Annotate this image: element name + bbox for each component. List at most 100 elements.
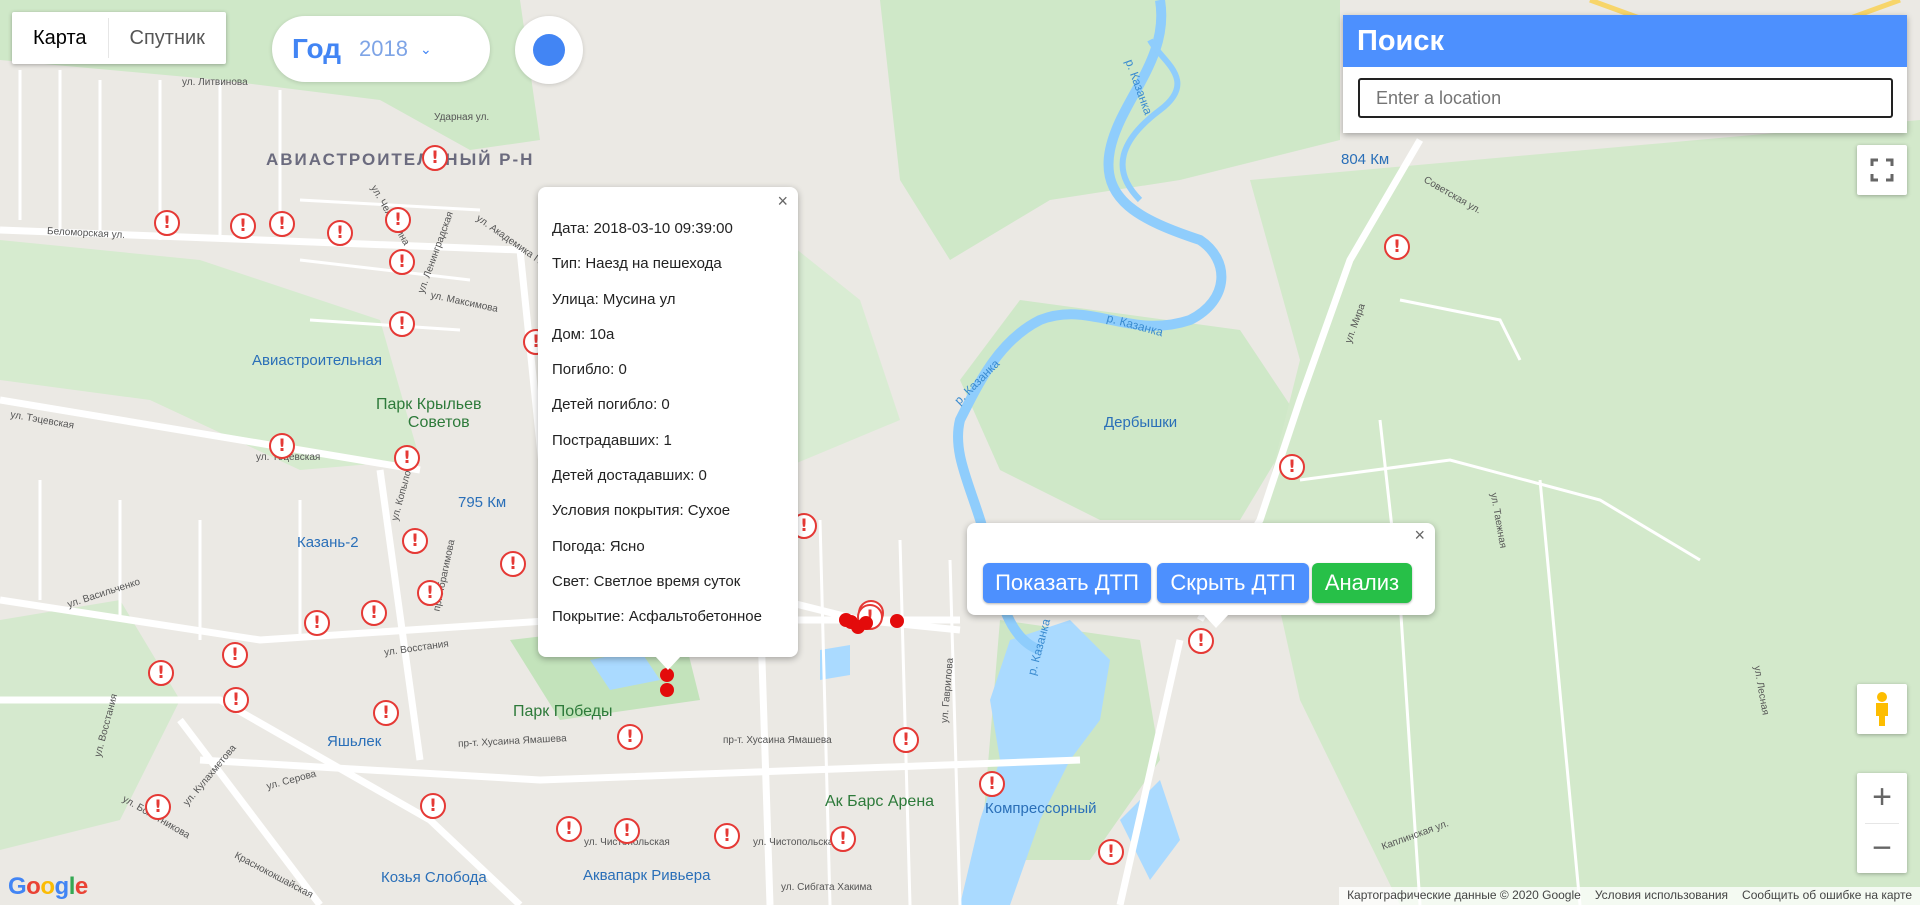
year-selector[interactable]: Год 2018 ⌄ xyxy=(272,16,490,82)
venue-akvapark[interactable]: Аквапарк Ривьера xyxy=(583,867,710,884)
accident-marker-icon[interactable]: ! xyxy=(145,794,171,820)
station-kazan2[interactable]: Казань-2 xyxy=(297,534,359,551)
park-pobedy[interactable]: Парк Победы xyxy=(513,703,613,721)
actions-close-icon[interactable]: × xyxy=(1414,525,1425,546)
accident-cluster-dot[interactable] xyxy=(660,683,674,697)
accident-marker-icon[interactable]: ! xyxy=(269,211,295,237)
map-type-satellite-button[interactable]: Спутник xyxy=(109,12,226,64)
map-attribution: Картографические данные © 2020 Google Ус… xyxy=(1339,887,1920,905)
accident-marker-icon[interactable]: ! xyxy=(361,600,387,626)
attribution-terms-link[interactable]: Условия использования xyxy=(1595,888,1728,904)
accident-marker-icon[interactable]: ! xyxy=(500,551,526,577)
location-dot-icon xyxy=(533,34,565,66)
accident-marker-icon[interactable]: ! xyxy=(389,311,415,337)
map-canvas[interactable]: АВИАСТРОИТЕЛЬНЫЙ Р-Н Авиастроительная Па… xyxy=(0,0,1920,905)
accident-marker-icon[interactable]: ! xyxy=(269,433,295,459)
analysis-button[interactable]: Анализ xyxy=(1312,563,1412,603)
info-row-light: Свет: Светлое время суток xyxy=(552,572,741,590)
info-row-pavement: Покрытие: Асфальтобетонное xyxy=(552,608,762,626)
search-title: Поиск xyxy=(1343,15,1907,67)
accident-marker-icon[interactable]: ! xyxy=(394,445,420,471)
hide-accidents-button[interactable]: Скрыть ДТП xyxy=(1157,563,1309,603)
accident-marker-icon[interactable]: ! xyxy=(714,823,740,849)
search-input[interactable] xyxy=(1358,78,1893,118)
accident-marker-icon[interactable]: ! xyxy=(1098,839,1124,865)
show-accidents-button[interactable]: Показать ДТП xyxy=(983,563,1151,603)
accident-marker-icon[interactable]: ! xyxy=(1188,628,1214,654)
park-krylev-sovetov[interactable]: Парк Крыльев Советов xyxy=(376,396,482,432)
station-804km[interactable]: 804 Км xyxy=(1341,151,1389,168)
street-view-button[interactable] xyxy=(1857,684,1907,734)
accident-marker-icon[interactable]: ! xyxy=(830,826,856,852)
info-row-house: Дом: 10а xyxy=(552,325,615,343)
info-row-surface-condition: Условия покрытия: Сухое xyxy=(552,502,731,520)
info-row-injured: Пострадавших: 1 xyxy=(552,431,672,449)
fullscreen-button[interactable] xyxy=(1857,145,1907,195)
info-row-street: Улица: Мусина ул xyxy=(552,290,676,308)
venue-ak-bars-arena[interactable]: Ак Барс Арена xyxy=(825,793,934,811)
accident-marker-icon[interactable]: ! xyxy=(556,816,582,842)
actions-panel-tail xyxy=(1203,614,1229,628)
accident-marker-icon[interactable]: ! xyxy=(304,610,330,636)
accident-marker-icon[interactable]: ! xyxy=(1279,454,1305,480)
zoom-in-button[interactable]: + xyxy=(1857,773,1907,823)
accident-marker-icon[interactable]: ! xyxy=(223,687,249,713)
chevron-down-icon[interactable]: ⌄ xyxy=(420,41,432,58)
accident-marker-icon[interactable]: ! xyxy=(402,528,428,554)
accident-marker-icon[interactable]: ! xyxy=(979,771,1005,797)
map-type-control: Карта Спутник xyxy=(12,12,226,64)
street-chistopolskaya-2: ул. Чистопольская xyxy=(753,837,839,848)
info-row-type: Тип: Наезд на пешехода xyxy=(552,255,722,273)
accident-marker-icon[interactable]: ! xyxy=(327,220,353,246)
station-derbyshki[interactable]: Дербышки xyxy=(1104,414,1177,431)
accident-marker-icon[interactable]: ! xyxy=(617,724,643,750)
accident-cluster-dot[interactable] xyxy=(890,614,904,628)
info-row-children-killed: Детей погибло: 0 xyxy=(552,396,670,414)
accident-marker-icon[interactable]: ! xyxy=(385,207,411,233)
park-name-line2: Советов xyxy=(407,414,470,431)
street-litvinova: ул. Литвинова xyxy=(182,77,248,88)
info-row-date: Дата: 2018-03-10 09:39:00 xyxy=(552,220,733,237)
info-row-weather: Погода: Ясно xyxy=(552,537,645,555)
accident-info-window: × Дата: 2018-03-10 09:39:00 Тип: Наезд н… xyxy=(538,187,798,670)
year-label: Год xyxy=(292,33,341,64)
accident-marker-icon[interactable]: ! xyxy=(389,249,415,275)
info-window-tail xyxy=(655,656,681,670)
actions-panel: × Показать ДТП Скрыть ДТП Анализ xyxy=(967,523,1435,628)
accident-marker-icon[interactable]: ! xyxy=(148,660,174,686)
accident-marker-icon[interactable]: ! xyxy=(422,145,448,171)
station-795km[interactable]: 795 Км xyxy=(458,494,506,511)
google-logo[interactable]: Google xyxy=(8,873,88,901)
station-kompressorny[interactable]: Компрессорный xyxy=(985,800,1097,817)
zoom-control: + − xyxy=(1857,773,1907,873)
search-panel: Поиск xyxy=(1343,15,1907,133)
accident-marker-icon[interactable]: ! xyxy=(230,213,256,239)
accident-marker-icon[interactable]: ! xyxy=(417,580,443,606)
district-label: АВИАСТРОИТЕЛЬНЫЙ Р-Н xyxy=(266,150,535,169)
info-close-icon[interactable]: × xyxy=(777,191,788,212)
attribution-report-link[interactable]: Сообщить об ошибке на карте xyxy=(1742,888,1912,904)
accident-cluster-dot[interactable] xyxy=(660,668,674,682)
info-row-killed: Погибло: 0 xyxy=(552,361,627,379)
accident-cluster-dot[interactable] xyxy=(839,613,853,627)
accident-marker-icon[interactable]: ! xyxy=(1384,234,1410,260)
fullscreen-icon xyxy=(1870,158,1894,182)
year-value[interactable]: 2018 xyxy=(359,36,408,62)
station-aviastroitelnaya[interactable]: Авиастроительная xyxy=(252,352,382,369)
accident-marker-icon[interactable]: ! xyxy=(614,818,640,844)
station-yashlek[interactable]: Яшьлек xyxy=(327,733,381,750)
info-row-children-injured: Детей достадавших: 0 xyxy=(552,467,707,485)
street-yamasheva-2: пр-т. Хусаина Ямашева xyxy=(723,735,832,746)
accident-cluster-dot[interactable] xyxy=(859,616,873,630)
zoom-out-button[interactable]: − xyxy=(1857,824,1907,874)
accident-marker-icon[interactable]: ! xyxy=(373,700,399,726)
accident-marker-icon[interactable]: ! xyxy=(420,793,446,819)
station-kozya-sloboda[interactable]: Козья Слобода xyxy=(381,869,487,886)
attribution-data: Картографические данные © 2020 Google xyxy=(1347,888,1581,902)
location-button[interactable] xyxy=(515,16,583,84)
accident-marker-icon[interactable]: ! xyxy=(893,727,919,753)
map-type-map-button[interactable]: Карта xyxy=(12,12,108,64)
street-sibgata: ул. Сибгата Хакима xyxy=(781,882,872,893)
accident-marker-icon[interactable]: ! xyxy=(222,642,248,668)
accident-marker-icon[interactable]: ! xyxy=(154,210,180,236)
